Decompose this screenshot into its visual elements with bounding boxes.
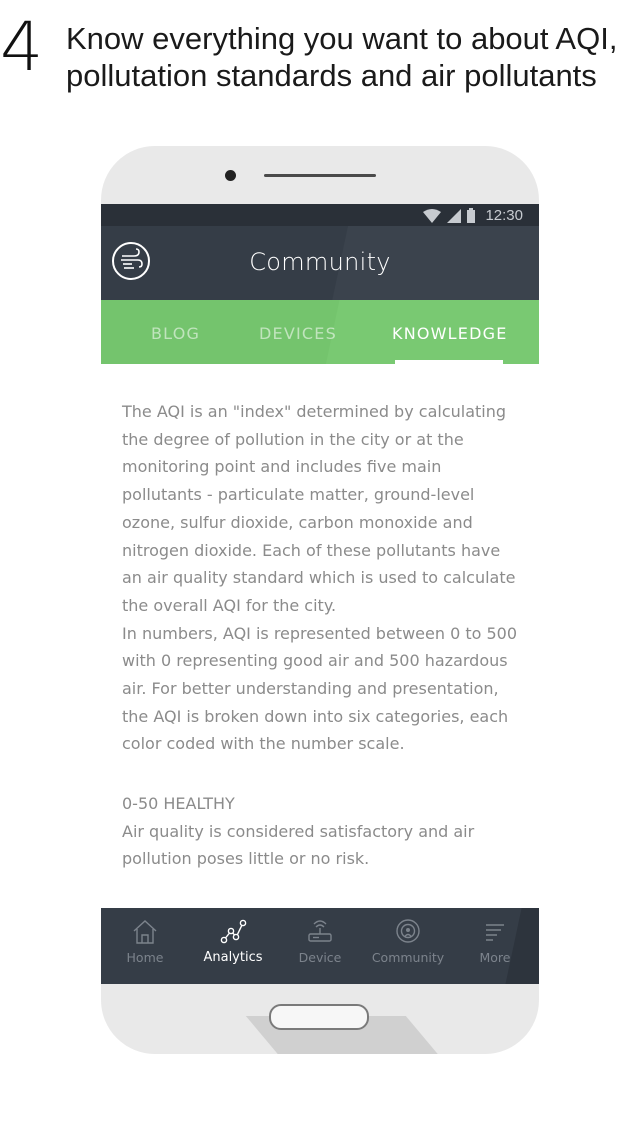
analytics-icon bbox=[220, 919, 247, 944]
article-line: the AQI is broken down into six categori… bbox=[122, 706, 509, 726]
caption-line: pollutation standards and air pollutants bbox=[66, 58, 597, 93]
status-icons: 12:30 bbox=[423, 207, 523, 224]
home-hardware-button[interactable] bbox=[269, 1004, 369, 1030]
community-icon bbox=[396, 919, 420, 943]
router-icon bbox=[308, 920, 332, 942]
status-bar: 12:30 bbox=[101, 204, 539, 226]
nav-label: Home bbox=[126, 950, 164, 965]
article-line: with 0 representing good air and 500 haz… bbox=[122, 651, 508, 671]
article-line: an air quality standard which is used to… bbox=[122, 568, 516, 588]
category-heading: 0-50 HEALTHY bbox=[122, 794, 235, 813]
caption: Know everything you want to about AQI, p… bbox=[66, 20, 638, 94]
article-line: the degree of pollution in the city or a… bbox=[122, 429, 464, 449]
nav-home[interactable]: Home bbox=[101, 918, 189, 965]
article-line: air. For better understanding and presen… bbox=[122, 679, 499, 699]
article-line: monitoring point and includes five main bbox=[122, 457, 442, 477]
active-tab-indicator bbox=[395, 360, 503, 364]
article-line: In numbers, AQI is represented between 0… bbox=[122, 623, 518, 643]
signal-icon bbox=[447, 208, 462, 223]
nav-community[interactable]: Community bbox=[364, 918, 452, 965]
tab-blog[interactable]: BLOG bbox=[151, 324, 200, 343]
nav-label: Device bbox=[298, 950, 342, 965]
tab-devices[interactable]: DEVICES bbox=[259, 324, 337, 343]
tab-bar: BLOG DEVICES KNOWLEDGE bbox=[101, 300, 539, 364]
article-text: The AQI is an "index" determined by calc… bbox=[122, 398, 522, 758]
aqi-category-healthy: 0-50 HEALTHY Air quality is considered s… bbox=[122, 790, 522, 873]
nav-more[interactable]: More bbox=[451, 918, 539, 965]
tab-knowledge[interactable]: KNOWLEDGE bbox=[392, 324, 508, 343]
app-bar: Community bbox=[101, 226, 539, 300]
article-line: ozone, sulfur dioxide, carbon monoxide a… bbox=[122, 512, 473, 532]
wifi-icon bbox=[423, 208, 442, 223]
front-camera bbox=[225, 170, 236, 181]
category-description-line: Air quality is considered satisfactory a… bbox=[122, 821, 475, 841]
bottom-navigation: Home Analytics Device Community More bbox=[101, 908, 539, 984]
nav-analytics[interactable]: Analytics bbox=[189, 918, 277, 965]
caption-line: Know everything you want to about AQI, bbox=[66, 21, 618, 56]
menu-icon bbox=[486, 924, 504, 941]
nav-device[interactable]: Device bbox=[276, 918, 364, 965]
article-line: The AQI is an "index" determined by calc… bbox=[122, 402, 507, 421]
home-icon bbox=[133, 920, 157, 944]
status-time: 12:30 bbox=[485, 207, 523, 224]
earpiece-speaker bbox=[264, 174, 376, 177]
nav-label: Analytics bbox=[203, 950, 263, 965]
article-line: nitrogen dioxide. Each of these pollutan… bbox=[122, 540, 501, 560]
nav-label: More bbox=[479, 950, 511, 965]
nav-label: Community bbox=[371, 950, 445, 965]
step-number: 4 bbox=[0, 8, 44, 87]
phone-frame: 12:30 Community BLOG DEVICES KNOWLEDGE T… bbox=[101, 146, 539, 1054]
category-description-line: pollution poses little or no risk. bbox=[122, 849, 370, 869]
battery-icon bbox=[467, 208, 476, 223]
page-title: Community bbox=[249, 248, 391, 276]
article-line: the overall AQI for the city. bbox=[122, 595, 337, 615]
phone-screen: 12:30 Community BLOG DEVICES KNOWLEDGE T… bbox=[101, 204, 539, 984]
article-line: color coded with the number scale. bbox=[122, 734, 405, 754]
article-line: pollutants - particulate matter, ground-… bbox=[122, 485, 475, 505]
